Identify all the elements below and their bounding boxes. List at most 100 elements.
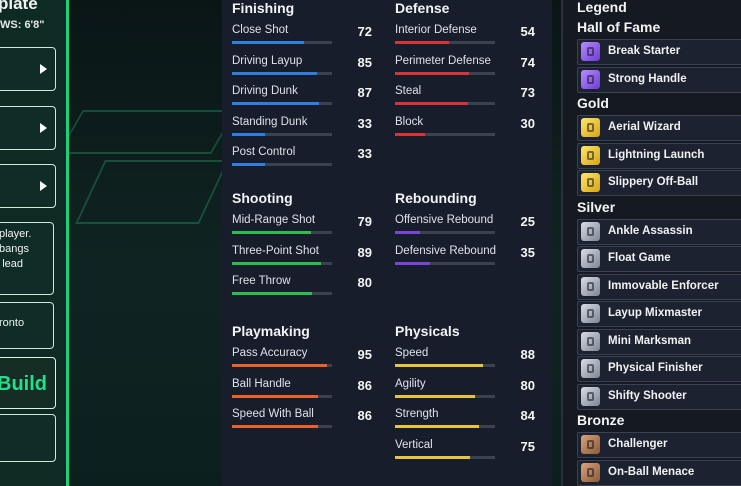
stat-row: Standing Dunk 33 [232, 116, 372, 146]
stat-bar-fill [232, 231, 311, 234]
stat-bar-fill [395, 71, 469, 75]
build-button[interactable]: Build [0, 357, 56, 409]
stat-row: Steal 73 [395, 85, 535, 115]
wingspan-label: WS: 6'8" [0, 19, 45, 31]
stat-row: Interior Defense 54 [395, 24, 535, 54]
badge-name: Mini Marksman [608, 334, 692, 347]
stat-row: Three-Point Shot 89 [232, 245, 372, 275]
stat-value: 87 [357, 85, 372, 100]
location-label: ronto [0, 317, 25, 329]
hof-badge-icon [581, 69, 600, 89]
hof-badge-icon [581, 42, 600, 61]
attributes-panel: Finishing Close Shot 72 Driving Layup 85 Driv… [222, 0, 552, 486]
stat-bar-track [232, 132, 332, 136]
tier-title: Silver [577, 198, 616, 215]
tier-title: Gold [577, 95, 609, 111]
stat-bar-track [395, 132, 495, 136]
option-button-1[interactable] [0, 47, 56, 91]
play-arrow-icon [40, 123, 47, 133]
stat-bar-track [395, 425, 495, 428]
badge-name: Float Game [608, 252, 671, 264]
group-title-shooting: Shooting [232, 190, 293, 206]
stat-bar-fill [395, 261, 430, 265]
group-title-finishing: Finishing [232, 0, 295, 16]
badge-item[interactable]: Aerial Wizard [577, 115, 741, 141]
stat-bar-fill [395, 364, 483, 367]
badge-name: Lightning Launch [608, 148, 705, 161]
stat-bar-fill [395, 102, 468, 105]
badge-item[interactable]: On-Ball Menace [577, 459, 741, 486]
badge-item[interactable]: Challenger [577, 432, 741, 458]
stat-row: Agility 80 [395, 378, 535, 408]
silver-badge-icon [581, 221, 600, 241]
silver-badge-icon [581, 386, 600, 406]
stat-name: Standing Dunk [232, 115, 308, 128]
stat-bar-track [232, 425, 332, 428]
stat-value: 35 [520, 244, 535, 260]
silver-badge-icon [581, 276, 600, 296]
badge-item[interactable]: Slippery Off-Ball [577, 170, 741, 196]
badge-name: Strong Handle [608, 72, 687, 85]
stat-row: Driving Layup 85 [232, 55, 372, 85]
option-button-2[interactable] [0, 106, 56, 150]
stat-name: Steal [395, 85, 422, 97]
badge-item[interactable]: Lightning Launch [577, 142, 741, 169]
stat-row: Vertical 75 [395, 439, 535, 469]
court-line [57, 110, 237, 154]
stat-value: 75 [520, 438, 535, 454]
stat-row: Perimeter Defense 74 [395, 55, 535, 85]
stat-value: 88 [520, 347, 535, 362]
stat-bar-track [232, 71, 332, 75]
stat-value: 30 [520, 115, 535, 131]
stat-value: 79 [357, 214, 372, 229]
secondary-button[interactable] [0, 414, 56, 462]
stat-value: 72 [357, 24, 372, 39]
option-button-3[interactable] [0, 164, 56, 208]
stat-value: 73 [520, 85, 535, 100]
stat-name: Close Shot [232, 24, 289, 36]
stat-bar-fill [232, 41, 304, 44]
badge-item[interactable]: Immovable Enforcer [577, 273, 741, 300]
stat-row: Speed With Ball 86 [232, 408, 372, 438]
stat-value: 85 [357, 54, 372, 70]
badge-item[interactable]: Break Starter [577, 39, 741, 65]
badge-item[interactable]: Ankle Assassin [577, 218, 741, 245]
stat-row: Strength 84 [395, 408, 535, 438]
badge-item[interactable]: Mini Marksman [577, 328, 741, 355]
stat-name: Perimeter Defense [395, 54, 491, 67]
silver-badge-icon [581, 304, 600, 323]
build-panel: plate WS: 6'8" player. bangs lead ronto … [0, 0, 69, 486]
stat-bar-track [232, 41, 332, 44]
badge-name: Ankle Assassin [608, 224, 693, 237]
stat-bar-track [232, 364, 332, 367]
stat-name: Driving Dunk [232, 85, 298, 97]
stat-bar-fill [395, 231, 420, 234]
stat-row: Driving Dunk 87 [232, 85, 372, 115]
stat-name: Post Control [232, 146, 296, 158]
badge-item[interactable]: Shifty Shooter [577, 383, 741, 410]
bronze-badge-icon [581, 462, 600, 482]
group-title-defense: Defense [395, 0, 450, 16]
stat-row: Pass Accuracy 95 [232, 347, 372, 377]
stat-name: Offensive Rebound [395, 214, 494, 226]
stat-value: 95 [357, 347, 372, 362]
stat-name: Three-Point Shot [232, 244, 319, 257]
badge-item[interactable]: Float Game [577, 246, 741, 272]
stat-value: 86 [357, 377, 372, 393]
stat-bar-track [395, 394, 495, 398]
stat-name: Ball Handle [232, 377, 291, 390]
stat-value: 80 [357, 275, 372, 290]
gold-badge-icon [581, 145, 600, 165]
badge-item[interactable]: Layup Mixmaster [577, 301, 741, 327]
stat-bar-track [232, 163, 332, 166]
stat-name: Strength [395, 408, 439, 420]
group-title-rebounding: Rebounding [395, 190, 477, 206]
stat-row: Speed 88 [395, 347, 535, 377]
stat-row: Defensive Rebound 35 [395, 245, 535, 275]
badge-item[interactable]: Strong Handle [577, 66, 741, 93]
play-arrow-icon [40, 64, 47, 74]
stat-value: 54 [520, 24, 535, 39]
badge-name: Challenger [608, 438, 668, 450]
badge-item[interactable]: Physical Finisher [577, 356, 741, 382]
badge-name: Break Starter [608, 45, 681, 57]
